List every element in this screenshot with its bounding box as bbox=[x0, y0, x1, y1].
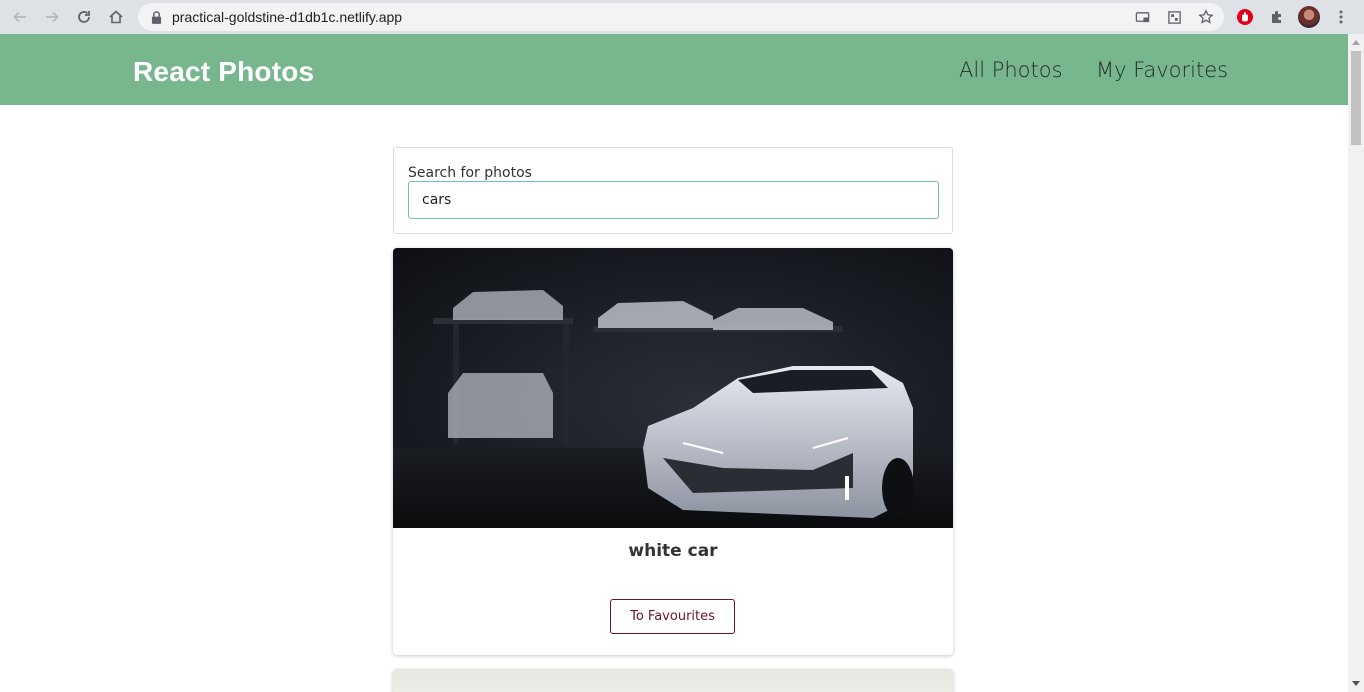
search-card: Search for photos bbox=[393, 147, 953, 234]
extension-red-icon[interactable] bbox=[1234, 6, 1256, 28]
photo-card-next bbox=[393, 669, 953, 692]
forward-icon[interactable] bbox=[36, 1, 68, 33]
scroll-up-icon[interactable] bbox=[1352, 40, 1360, 45]
photo-image[interactable] bbox=[393, 248, 953, 528]
star-icon[interactable] bbox=[1196, 7, 1216, 27]
scroll-down-icon[interactable] bbox=[1352, 681, 1360, 686]
omnibox-actions bbox=[1132, 3, 1216, 31]
page-scrollbar[interactable] bbox=[1348, 34, 1364, 692]
lock-icon bbox=[150, 10, 162, 24]
reload-icon[interactable] bbox=[68, 1, 100, 33]
nav-all-photos[interactable]: All Photos bbox=[959, 58, 1063, 82]
avatar[interactable] bbox=[1298, 6, 1320, 28]
puzzle-icon[interactable] bbox=[1266, 6, 1288, 28]
browser-toolbar: practical-goldstine-d1db1c.netlify.app bbox=[0, 0, 1364, 34]
to-favourites-button[interactable]: To Favourites bbox=[610, 599, 735, 634]
scrollbar-thumb[interactable] bbox=[1351, 51, 1361, 145]
nav-my-favorites[interactable]: My Favorites bbox=[1096, 58, 1228, 82]
address-bar[interactable]: practical-goldstine-d1db1c.netlify.app bbox=[138, 3, 1224, 31]
app-header: React Photos All Photos My Favorites bbox=[0, 34, 1348, 105]
back-icon[interactable] bbox=[4, 1, 36, 33]
photo-card: white car To Favourites bbox=[393, 248, 953, 655]
search-label: Search for photos bbox=[408, 165, 532, 181]
photo-title: white car bbox=[628, 541, 718, 561]
brand-title[interactable]: React Photos bbox=[133, 56, 314, 88]
extensions-area bbox=[1234, 0, 1364, 34]
search-input[interactable] bbox=[408, 181, 939, 219]
url-text: practical-goldstine-d1db1c.netlify.app bbox=[172, 9, 403, 25]
cast-icon[interactable] bbox=[1132, 7, 1152, 27]
more-icon[interactable] bbox=[1330, 6, 1352, 28]
home-icon[interactable] bbox=[100, 1, 132, 33]
qr-icon[interactable] bbox=[1164, 7, 1184, 27]
